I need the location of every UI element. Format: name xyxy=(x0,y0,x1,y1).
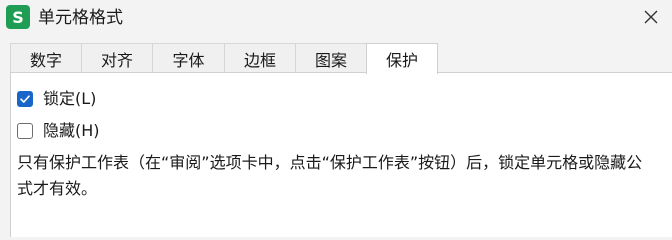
title-bar: S 单元格格式 xyxy=(0,0,672,36)
hidden-checkbox-row[interactable]: 隐藏(H) xyxy=(17,120,100,142)
app-logo-icon: S xyxy=(6,5,30,29)
protection-panel: 锁定(L) 隐藏(H) 只有保护工作表（在“审阅”选项卡中，点击“保护工作表”按… xyxy=(10,72,672,237)
tab-protection[interactable]: 保护 xyxy=(366,43,438,74)
tab-font[interactable]: 字体 xyxy=(152,43,225,73)
dialog-title: 单元格格式 xyxy=(38,8,123,28)
tab-border[interactable]: 边框 xyxy=(224,43,296,73)
locked-checkbox[interactable] xyxy=(17,91,33,107)
checkmark-icon xyxy=(20,95,30,103)
locked-checkbox-row[interactable]: 锁定(L) xyxy=(17,88,96,110)
close-icon xyxy=(644,10,658,24)
tab-alignment[interactable]: 对齐 xyxy=(81,43,153,73)
tab-number[interactable]: 数字 xyxy=(10,43,82,73)
protection-note: 只有保护工作表（在“审阅”选项卡中，点击“保护工作表”按钮）后，锁定单元格或隐藏… xyxy=(17,153,643,198)
hidden-label: 隐藏(H) xyxy=(43,121,100,140)
tab-pattern[interactable]: 图案 xyxy=(295,43,367,73)
close-button[interactable] xyxy=(636,3,666,31)
cell-format-dialog: S 单元格格式 数字 对齐 字体 边框 图案 保护 锁定(L) 隐藏(H) 只有… xyxy=(0,0,672,237)
tab-bar: 数字 对齐 字体 边框 图案 保护 xyxy=(10,43,438,74)
locked-label: 锁定(L) xyxy=(43,89,97,108)
hidden-checkbox[interactable] xyxy=(17,123,33,139)
